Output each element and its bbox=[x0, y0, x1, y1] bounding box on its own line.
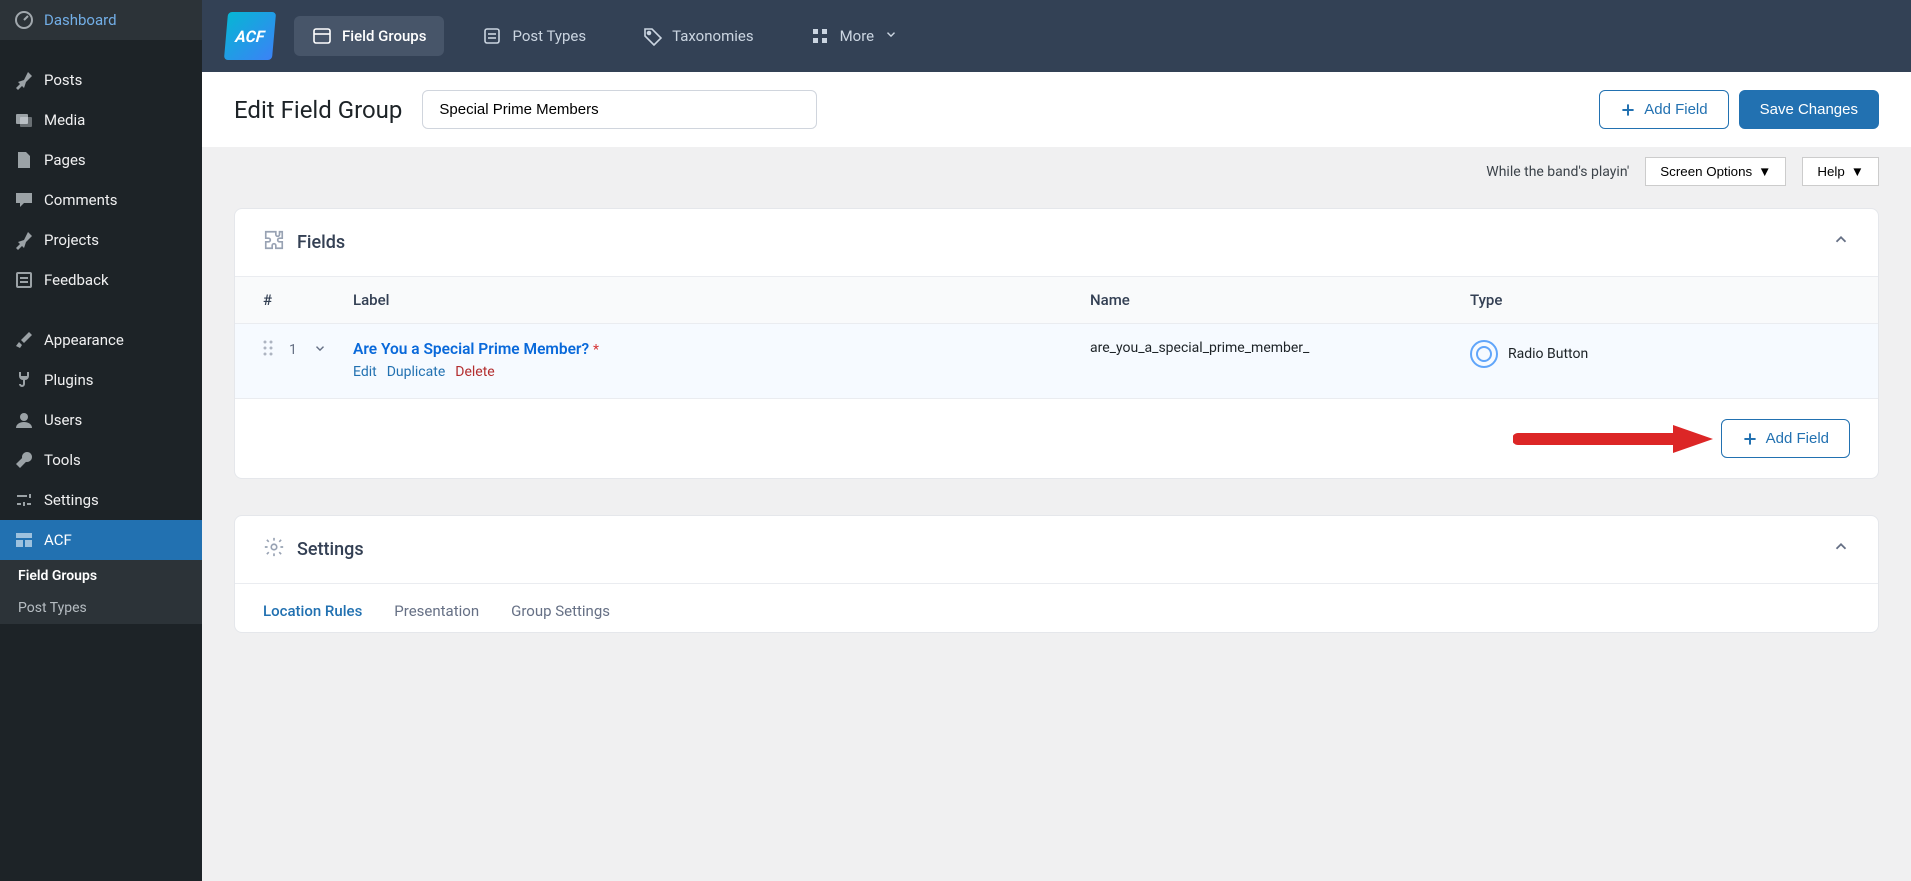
topnav-label: Post Types bbox=[512, 27, 586, 45]
fields-panel: Fields # Label Name Type 1 bbox=[234, 208, 1879, 479]
tab-presentation[interactable]: Presentation bbox=[394, 602, 479, 632]
topnav-post-types[interactable]: Post Types bbox=[464, 16, 604, 56]
field-label-link[interactable]: Are You a Special Prime Member? bbox=[353, 340, 593, 358]
sidebar-item-posts[interactable]: Posts bbox=[0, 60, 202, 100]
sidebar-item-acf[interactable]: ACF bbox=[0, 520, 202, 560]
tag-icon bbox=[642, 26, 662, 46]
user-icon bbox=[14, 410, 34, 430]
layout-icon bbox=[312, 26, 332, 46]
puzzle-icon bbox=[263, 229, 285, 256]
field-name: are_you_a_special_prime_member_ bbox=[1090, 340, 1470, 356]
topnav-label: Field Groups bbox=[342, 27, 426, 45]
chevron-down-icon bbox=[884, 27, 898, 45]
expand-toggle[interactable] bbox=[313, 341, 327, 359]
sidebar-sub-post-types[interactable]: Post Types bbox=[0, 592, 202, 624]
sidebar-item-tools[interactable]: Tools bbox=[0, 440, 202, 480]
col-label: Label bbox=[353, 291, 1090, 309]
duplicate-action[interactable]: Duplicate bbox=[387, 364, 446, 380]
panel-title: Fields bbox=[297, 232, 345, 253]
grid-icon bbox=[810, 26, 830, 46]
sidebar-item-comments[interactable]: Comments bbox=[0, 180, 202, 220]
sidebar-item-label: Comments bbox=[44, 191, 118, 209]
sidebar-item-appearance[interactable]: Appearance bbox=[0, 320, 202, 360]
sidebar-item-label: Pages bbox=[44, 151, 86, 169]
brush-icon bbox=[14, 330, 34, 350]
dashboard-icon bbox=[14, 10, 34, 30]
topnav-more[interactable]: More bbox=[792, 16, 917, 56]
sidebar-item-label: ACF bbox=[44, 531, 72, 549]
drag-handle-icon[interactable] bbox=[263, 340, 273, 360]
sliders-icon bbox=[14, 490, 34, 510]
media-icon bbox=[14, 110, 34, 130]
sidebar-item-label: Tools bbox=[44, 451, 81, 469]
settings-panel: Settings Location Rules Presentation Gro… bbox=[234, 515, 1879, 633]
acf-logo: ACF bbox=[224, 12, 276, 60]
row-actions: Edit Duplicate Delete bbox=[353, 364, 1090, 380]
field-row[interactable]: 1 Are You a Special Prime Member? * Edit… bbox=[235, 323, 1878, 398]
wrench-icon bbox=[14, 450, 34, 470]
topnav-taxonomies[interactable]: Taxonomies bbox=[624, 16, 771, 56]
status-text: While the band's playin' bbox=[1486, 164, 1629, 180]
collapse-toggle[interactable] bbox=[1832, 538, 1850, 561]
gear-icon bbox=[263, 536, 285, 563]
panel-title: Settings bbox=[297, 539, 364, 560]
sidebar-item-label: Appearance bbox=[44, 331, 124, 349]
sidebar-item-plugins[interactable]: Plugins bbox=[0, 360, 202, 400]
required-indicator: * bbox=[593, 342, 599, 358]
sidebar-item-projects[interactable]: Projects bbox=[0, 220, 202, 260]
annotation-arrow bbox=[1513, 423, 1713, 455]
topnav-label: More bbox=[840, 27, 875, 45]
sidebar-item-label: Settings bbox=[44, 491, 99, 509]
pin-icon bbox=[14, 70, 34, 90]
sidebar-item-label: Users bbox=[44, 411, 82, 429]
sidebar-item-feedback[interactable]: Feedback bbox=[0, 260, 202, 300]
row-number: 1 bbox=[289, 342, 297, 358]
title-bar: Edit Field Group Add Field Save Changes bbox=[202, 72, 1911, 147]
add-field-button-footer[interactable]: Add Field bbox=[1721, 419, 1850, 458]
acf-topnav: ACF Field Groups Post Types Taxonomies bbox=[202, 0, 1911, 72]
post-icon bbox=[482, 26, 502, 46]
save-changes-button[interactable]: Save Changes bbox=[1739, 90, 1879, 129]
page-title: Edit Field Group bbox=[234, 96, 402, 124]
settings-tabs: Location Rules Presentation Group Settin… bbox=[235, 583, 1878, 632]
sidebar-item-label: Plugins bbox=[44, 371, 93, 389]
col-num: # bbox=[263, 291, 353, 309]
plug-icon bbox=[14, 370, 34, 390]
sidebar-item-media[interactable]: Media bbox=[0, 100, 202, 140]
tab-location-rules[interactable]: Location Rules bbox=[263, 602, 362, 632]
comment-icon bbox=[14, 190, 34, 210]
form-icon bbox=[14, 270, 34, 290]
fields-table-header: # Label Name Type bbox=[235, 276, 1878, 323]
collapse-toggle[interactable] bbox=[1832, 231, 1850, 254]
sidebar-sub-field-groups[interactable]: Field Groups bbox=[0, 560, 202, 592]
col-name: Name bbox=[1090, 291, 1470, 309]
sidebar-item-settings[interactable]: Settings bbox=[0, 480, 202, 520]
sidebar-item-label: Media bbox=[44, 111, 85, 129]
topnav-label: Taxonomies bbox=[672, 27, 753, 45]
sidebar-item-label: Feedback bbox=[44, 271, 109, 289]
topnav-field-groups[interactable]: Field Groups bbox=[294, 16, 444, 56]
add-field-button[interactable]: Add Field bbox=[1599, 90, 1728, 129]
delete-action[interactable]: Delete bbox=[455, 364, 494, 380]
col-type: Type bbox=[1470, 291, 1850, 309]
radio-icon bbox=[1470, 340, 1498, 368]
sidebar-item-label: Dashboard bbox=[44, 11, 117, 29]
pin-icon bbox=[14, 230, 34, 250]
layout-icon bbox=[14, 530, 34, 550]
help-button[interactable]: Help ▼ bbox=[1802, 157, 1879, 186]
sidebar-item-users[interactable]: Users bbox=[0, 400, 202, 440]
sidebar-item-pages[interactable]: Pages bbox=[0, 140, 202, 180]
screen-options-button[interactable]: Screen Options ▼ bbox=[1645, 157, 1786, 186]
edit-action[interactable]: Edit bbox=[353, 364, 377, 380]
field-type: Radio Button bbox=[1508, 346, 1588, 362]
sidebar-item-dashboard[interactable]: Dashboard bbox=[0, 0, 202, 40]
field-group-title-input[interactable] bbox=[422, 90, 817, 129]
tab-group-settings[interactable]: Group Settings bbox=[511, 602, 610, 632]
admin-sidebar: Dashboard Posts Media Pages Comments bbox=[0, 0, 202, 881]
page-icon bbox=[14, 150, 34, 170]
sidebar-item-label: Posts bbox=[44, 71, 82, 89]
meta-row: While the band's playin' Screen Options … bbox=[202, 147, 1911, 196]
sidebar-item-label: Projects bbox=[44, 231, 99, 249]
